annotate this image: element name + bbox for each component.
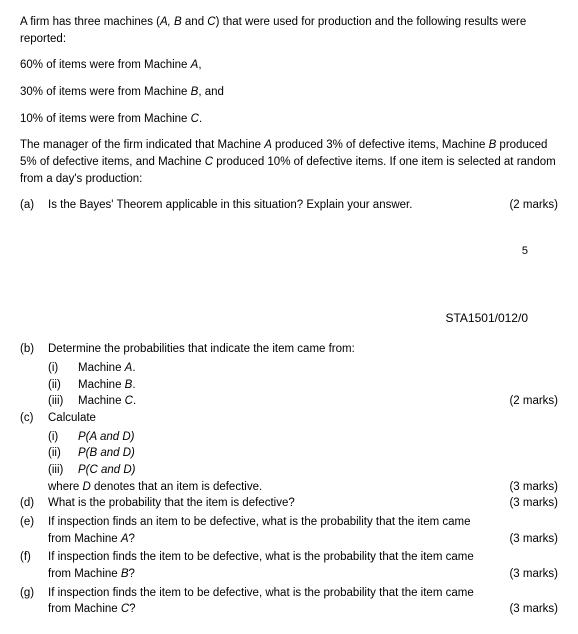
question-c-i: (i) P(A and D) bbox=[48, 429, 558, 446]
page-number: 5 bbox=[20, 244, 558, 260]
question-e-marks: (3 marks) bbox=[509, 531, 558, 548]
intro-paragraph: A firm has three machines (A, B and C) t… bbox=[20, 14, 558, 47]
question-c-iii: (iii) P(C and D) bbox=[48, 462, 558, 479]
question-d-marks: (3 marks) bbox=[509, 495, 558, 512]
question-d-label: (d) bbox=[20, 495, 48, 512]
machine-a-percent: 60% of items were from Machine A, bbox=[20, 57, 558, 74]
question-g-label: (g) bbox=[20, 585, 48, 618]
question-g-marks: (3 marks) bbox=[509, 601, 558, 618]
question-b-label: (b) bbox=[20, 341, 48, 358]
question-a-label: (a) bbox=[20, 197, 48, 214]
question-c: (c) Calculate bbox=[20, 410, 558, 427]
question-a: (a) Is the Bayes' Theorem applicable in … bbox=[20, 197, 558, 214]
machine-c-percent: 10% of items were from Machine C. bbox=[20, 111, 558, 128]
question-b-marks: (2 marks) bbox=[509, 393, 558, 410]
question-c-label: (c) bbox=[20, 410, 48, 427]
course-code: STA1501/012/0 bbox=[20, 310, 558, 327]
question-f-label: (f) bbox=[20, 549, 48, 582]
question-b-ii: (ii) Machine B. bbox=[48, 377, 558, 394]
question-c-where: where D denotes that an item is defectiv… bbox=[48, 479, 558, 496]
question-b-iii: (iii) Machine C. (2 marks) bbox=[48, 393, 558, 410]
manager-paragraph: The manager of the firm indicated that M… bbox=[20, 137, 558, 187]
machine-b-percent: 30% of items were from Machine B, and bbox=[20, 84, 558, 101]
question-b: (b) Determine the probabilities that ind… bbox=[20, 341, 558, 358]
question-a-marks: (2 marks) bbox=[509, 197, 558, 214]
question-d: (d) What is the probability that the ite… bbox=[20, 495, 558, 512]
question-g: (g) If inspection finds the item to be d… bbox=[20, 585, 558, 618]
question-f-marks: (3 marks) bbox=[509, 566, 558, 583]
question-b-i: (i) Machine A. bbox=[48, 360, 558, 377]
question-e-label: (e) bbox=[20, 514, 48, 547]
question-f: (f) If inspection finds the item to be d… bbox=[20, 549, 558, 582]
question-c-ii: (ii) P(B and D) bbox=[48, 445, 558, 462]
question-e: (e) If inspection finds an item to be de… bbox=[20, 514, 558, 547]
question-c-marks: (3 marks) bbox=[509, 479, 558, 496]
